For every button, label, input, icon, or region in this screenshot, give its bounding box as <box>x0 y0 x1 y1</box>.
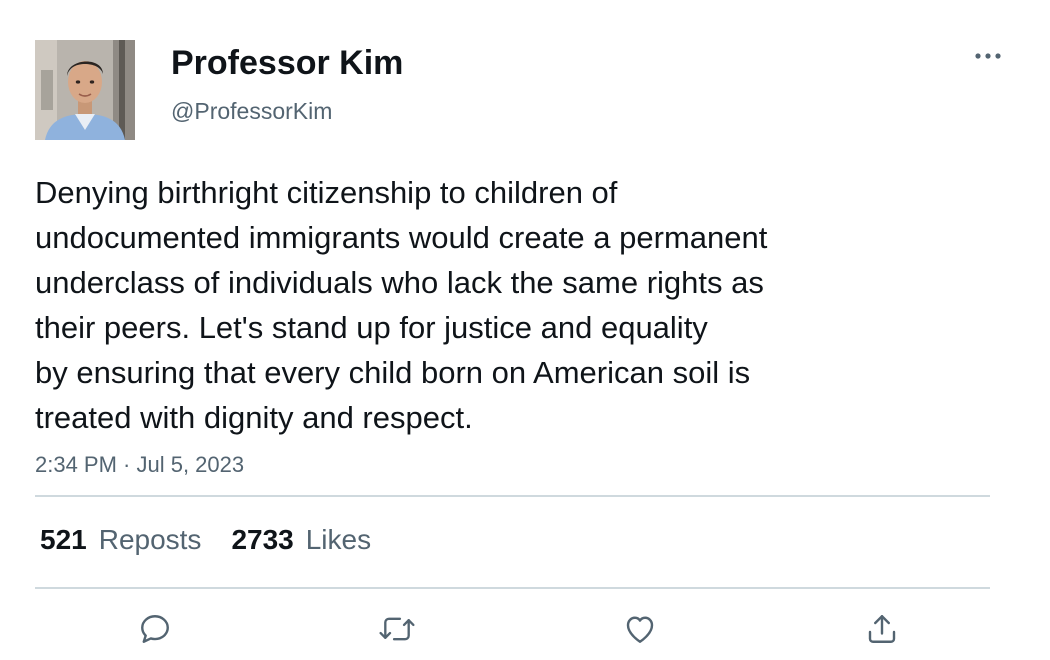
tweet-text: Denying birthright citizenship to childr… <box>35 170 935 440</box>
author-display-name[interactable]: Professor Kim <box>171 41 403 85</box>
tweet-card: Professor Kim @ProfessorKim Denying birt… <box>0 0 1050 660</box>
more-horizontal-icon <box>975 53 1001 59</box>
share-button[interactable] <box>860 607 904 651</box>
reposts-count: 521 <box>40 524 87 555</box>
reposts-stat[interactable]: 521 Reposts <box>40 522 201 558</box>
reply-button[interactable] <box>133 607 177 651</box>
profile-photo-icon <box>35 40 135 140</box>
tweet-timestamp[interactable]: 2:34 PM · Jul 5, 2023 <box>35 451 244 479</box>
divider <box>35 587 990 589</box>
likes-count: 2733 <box>231 524 294 555</box>
tweet-text-line: undocumented immigrants would create a p… <box>35 220 768 255</box>
reposts-label: Reposts <box>98 524 202 555</box>
tweet-text-line: Denying birthright citizenship to childr… <box>35 175 618 210</box>
repost-icon <box>379 617 415 641</box>
share-icon <box>868 615 896 643</box>
like-button[interactable] <box>618 607 662 651</box>
avatar[interactable] <box>35 40 135 140</box>
more-options-button[interactable] <box>970 40 1006 72</box>
tweet-text-line: treated with dignity and respect. <box>35 400 473 435</box>
likes-label: Likes <box>305 524 372 555</box>
heart-icon <box>626 616 654 643</box>
divider <box>35 495 990 497</box>
engagement-stats: 521 Reposts 2733 Likes <box>40 522 371 558</box>
tweet-text-line: underclass of individuals who lack the s… <box>35 265 764 300</box>
reply-icon <box>141 615 169 643</box>
tweet-text-line: their peers. Let's stand up for justice … <box>35 310 708 345</box>
tweet-text-line: by ensuring that every child born on Ame… <box>35 355 751 390</box>
repost-button[interactable] <box>375 607 419 651</box>
author-handle[interactable]: @ProfessorKim <box>171 96 332 126</box>
likes-stat[interactable]: 2733 Likes <box>231 522 371 558</box>
